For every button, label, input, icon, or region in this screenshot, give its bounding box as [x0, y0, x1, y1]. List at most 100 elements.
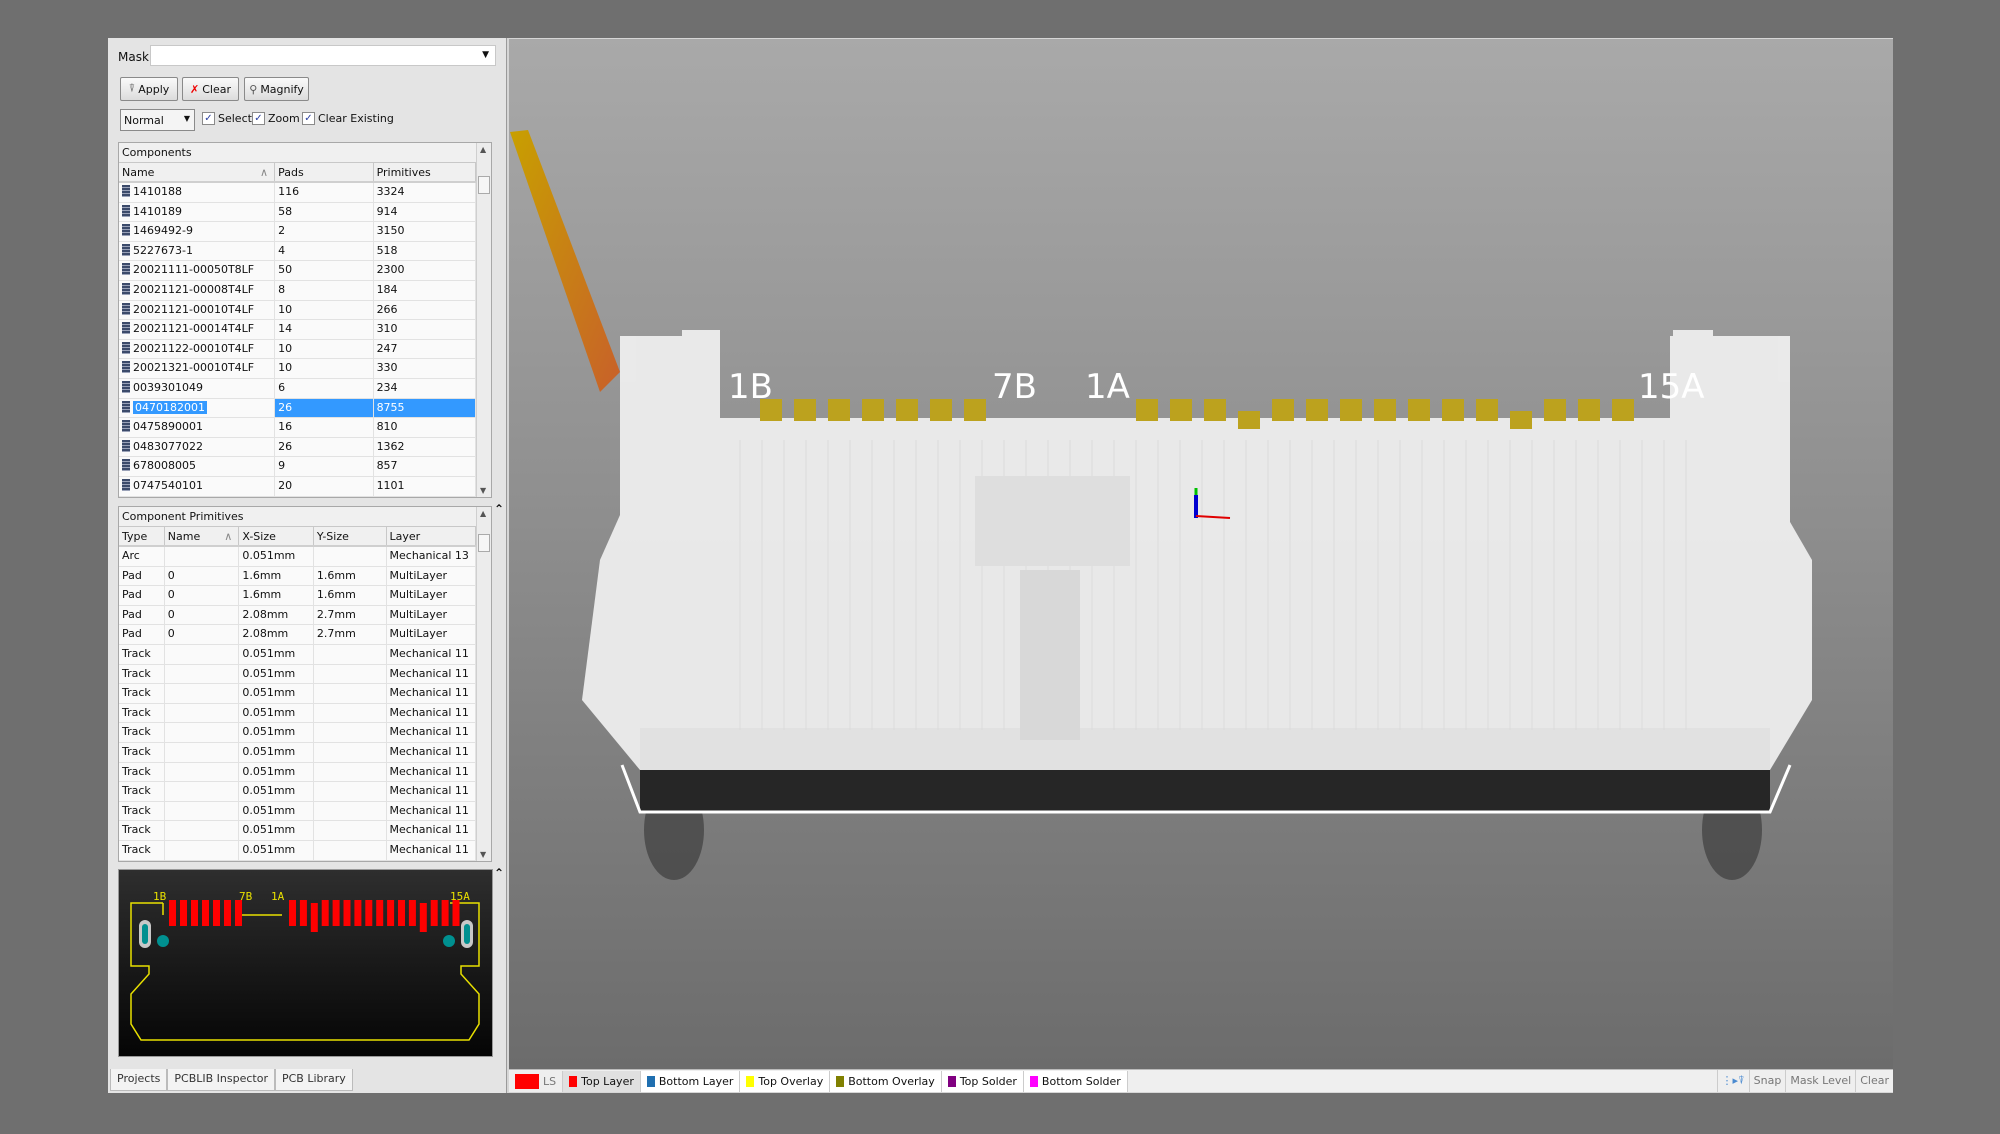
- collapse-icon[interactable]: ⌃: [494, 502, 504, 516]
- primitive-row[interactable]: Track 0.051mm Mechanical 11: [119, 762, 476, 783]
- smd-pad: [235, 900, 242, 926]
- dropdown-arrow-icon[interactable]: ▼: [482, 50, 489, 60]
- layer-tab[interactable]: Bottom Overlay: [830, 1070, 942, 1092]
- component-row[interactable]: 20021122-00010T4LF 10 247: [119, 339, 476, 360]
- preview-label: 1B: [153, 890, 167, 903]
- component-row[interactable]: 678008005 9 857: [119, 457, 476, 477]
- column-y-size[interactable]: Y-Size: [314, 527, 387, 545]
- tab-pcblib-inspector[interactable]: PCBLIB Inspector: [167, 1069, 275, 1091]
- component-row[interactable]: 0747540101 20 1101: [119, 476, 476, 497]
- primitive-row[interactable]: Track 0.051mm Mechanical 11: [119, 782, 476, 802]
- primitive-row[interactable]: Track 0.051mm Mechanical 11: [119, 821, 476, 841]
- clear-button[interactable]: ✗ Clear: [182, 77, 239, 101]
- component-row[interactable]: 20021321-00010T4LF 10 330: [119, 359, 476, 379]
- footprint-preview[interactable]: 1B 7B 1A 15A: [118, 869, 493, 1057]
- layer-tab[interactable]: Top Layer: [563, 1070, 641, 1092]
- component-pads: 8: [275, 280, 374, 300]
- filter-icon: ⍒: [128, 82, 136, 95]
- component-row[interactable]: 1410188 116 3324: [119, 183, 476, 203]
- clear-button[interactable]: Clear: [1855, 1070, 1893, 1092]
- current-layer-indicator[interactable]: LS: [509, 1070, 564, 1092]
- mask-level-button[interactable]: Mask Level: [1785, 1070, 1855, 1092]
- mode-select[interactable]: Normal ▼: [120, 109, 195, 131]
- primitive-row[interactable]: Track 0.051mm Mechanical 11: [119, 703, 476, 724]
- 3d-pad: [896, 399, 918, 421]
- column-primitives[interactable]: Primitives: [374, 163, 476, 181]
- sort-icon: ∧: [224, 530, 233, 543]
- components-title: Components: [119, 143, 476, 163]
- mask-input[interactable]: ▼: [150, 45, 496, 66]
- component-row[interactable]: 0470182001 26 8755: [119, 398, 476, 419]
- primitive-row[interactable]: Arc 0.051mm Mechanical 13: [119, 547, 476, 567]
- component-pads: 26: [275, 437, 374, 457]
- primitive-type: Track: [119, 703, 165, 723]
- chevron-down-icon: ▼: [183, 114, 190, 123]
- primitive-row[interactable]: Pad 0 2.08mm 2.7mm MultiLayer: [119, 605, 476, 626]
- primitives-scrollbar[interactable]: ▲ ▼: [476, 507, 491, 861]
- column-name[interactable]: Name ∧: [165, 527, 240, 545]
- component-row[interactable]: 5227673-1 4 518: [119, 241, 476, 262]
- smd-pad: [224, 900, 231, 926]
- component-row[interactable]: 20021121-00014T4LF 14 310: [119, 320, 476, 340]
- primitive-row[interactable]: Track 0.051mm Mechanical 11: [119, 840, 476, 861]
- components-scrollbar[interactable]: ▲ ▼: [476, 143, 491, 497]
- tab-projects[interactable]: Projects: [110, 1069, 168, 1091]
- primitive-row[interactable]: Pad 0 1.6mm 1.6mm MultiLayer: [119, 566, 476, 587]
- primitive-type: Track: [119, 840, 165, 860]
- clear-existing-checkbox[interactable]: ✓ Clear Existing: [302, 112, 394, 125]
- component-row[interactable]: 0483077022 26 1362: [119, 437, 476, 458]
- layer-tab[interactable]: Top Solder: [941, 1070, 1024, 1092]
- column-pads[interactable]: Pads: [275, 163, 374, 181]
- component-icon: [122, 420, 130, 433]
- snap-icon[interactable]: ⋮▸⍒: [1716, 1070, 1749, 1092]
- smd-pad: [365, 900, 373, 926]
- 3d-view[interactable]: 1B 7B 1A 15A: [509, 39, 1893, 1069]
- primitive-row[interactable]: Track 0.051mm Mechanical 11: [119, 723, 476, 743]
- snap-button[interactable]: Snap: [1748, 1070, 1786, 1092]
- primitive-row[interactable]: Track 0.051mm Mechanical 11: [119, 684, 476, 704]
- primitive-name: [165, 664, 240, 684]
- component-row[interactable]: 0039301049 6 234: [119, 378, 476, 399]
- column-type[interactable]: Type: [119, 527, 165, 545]
- component-row[interactable]: 20021111-00050T8LF 50 2300: [119, 261, 476, 281]
- primitives-grid: Component Primitives Type Name ∧ X-Size Y…: [118, 506, 492, 862]
- primitive-name: [165, 821, 240, 840]
- apply-button[interactable]: ⍒ Apply: [120, 77, 178, 101]
- smd-pad: [213, 900, 220, 926]
- primitive-row[interactable]: Track 0.051mm Mechanical 11: [119, 742, 476, 763]
- column-layer[interactable]: Layer: [387, 527, 476, 545]
- magnify-label: Magnify: [260, 82, 304, 96]
- component-primitives: 914: [374, 202, 476, 222]
- layer-tab[interactable]: Bottom Layer: [640, 1070, 741, 1092]
- primitive-row[interactable]: Pad 0 2.08mm 2.7mm MultiLayer: [119, 625, 476, 645]
- component-row[interactable]: 0475890001 16 810: [119, 418, 476, 438]
- primitive-row[interactable]: Pad 0 1.6mm 1.6mm MultiLayer: [119, 586, 476, 606]
- primitive-row[interactable]: Track 0.051mm Mechanical 11: [119, 644, 476, 665]
- checkbox-checked-icon: ✓: [202, 112, 215, 125]
- component-pads: 14: [275, 320, 374, 339]
- sort-icon: ∧: [260, 166, 269, 179]
- layer-tab[interactable]: Top Overlay: [740, 1070, 831, 1092]
- primitive-row[interactable]: Track 0.051mm Mechanical 11: [119, 801, 476, 822]
- layer-color-swatch: [746, 1075, 755, 1087]
- component-row[interactable]: 20021121-00010T4LF 10 266: [119, 300, 476, 321]
- component-icon: [122, 204, 130, 217]
- primitive-y-size: 1.6mm: [314, 566, 387, 586]
- component-row[interactable]: 1410189 58 914: [119, 202, 476, 223]
- tab-pcb-library[interactable]: PCB Library: [274, 1069, 353, 1091]
- component-row[interactable]: 1469492-9 2 3150: [119, 222, 476, 242]
- component-row[interactable]: 20021121-00008T4LF 8 184: [119, 280, 476, 301]
- column-name[interactable]: Name ∧: [119, 163, 276, 181]
- component-name: 20021121-00010T4LF: [119, 300, 276, 320]
- primitive-row[interactable]: Track 0.051mm Mechanical 11: [119, 664, 476, 685]
- 3d-pad: [1408, 399, 1430, 421]
- zoom-checkbox[interactable]: ✓ Zoom: [252, 112, 300, 125]
- magnify-button[interactable]: ⚲ Magnify: [244, 77, 309, 101]
- primitive-x-size: 0.051mm: [239, 821, 314, 840]
- select-checkbox[interactable]: ✓ Select: [202, 112, 252, 125]
- primitive-y-size: [314, 664, 387, 684]
- column-x-size[interactable]: X-Size: [239, 527, 314, 545]
- collapse-icon[interactable]: ⌃: [494, 866, 504, 880]
- layer-tab[interactable]: Bottom Solder: [1023, 1070, 1128, 1092]
- primitive-y-size: [314, 801, 387, 821]
